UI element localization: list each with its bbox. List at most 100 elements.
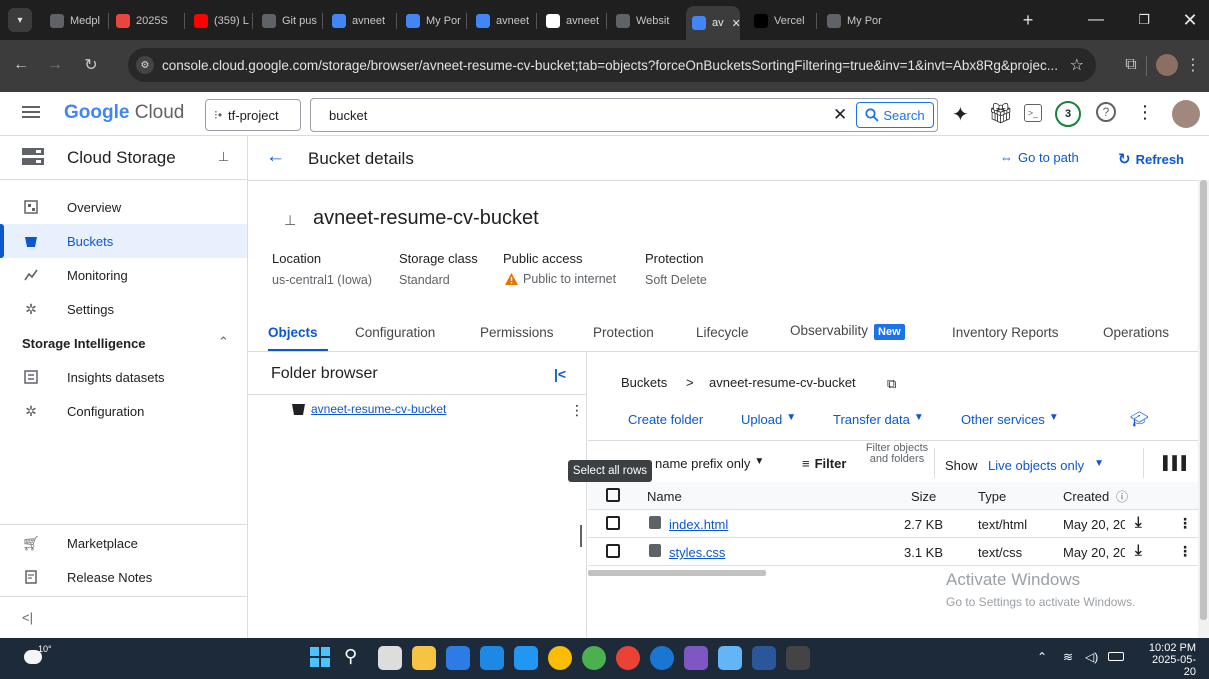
browser-tab[interactable]: Vercel bbox=[748, 7, 814, 35]
learn-icon[interactable]: 🎓︎ bbox=[1130, 410, 1149, 428]
browser-tab[interactable]: 2025S bbox=[110, 7, 182, 35]
sidebar-item-settings[interactable]: ✲ Settings bbox=[0, 292, 247, 326]
row-menu-icon[interactable]: ⋮ bbox=[1178, 543, 1192, 560]
select-all-checkbox[interactable] bbox=[606, 488, 620, 502]
forward-button[interactable]: → bbox=[44, 54, 66, 76]
sidebar-item-insights-datasets[interactable]: Insights datasets bbox=[0, 360, 247, 394]
sidebar-item-buckets[interactable]: Buckets bbox=[0, 224, 247, 258]
row-checkbox[interactable] bbox=[606, 544, 620, 558]
table-row[interactable]: index.html 2.7 KB text/html May 20, 202 ⤓ ⋮ bbox=[588, 510, 1198, 538]
filter-input[interactable]: Filter objects and folders bbox=[861, 443, 933, 480]
docker-icon[interactable] bbox=[650, 646, 674, 670]
close-tab-icon[interactable]: ✕ bbox=[732, 17, 740, 30]
sidebar-item-release-notes[interactable]: Release Notes bbox=[0, 560, 247, 594]
chrome-profile-icon[interactable] bbox=[616, 646, 640, 670]
terminal-icon[interactable] bbox=[786, 646, 810, 670]
row-menu-icon[interactable]: ⋮ bbox=[1178, 515, 1192, 532]
reload-button[interactable]: ↻ bbox=[80, 54, 102, 76]
settings-menu-button[interactable]: ⋮ bbox=[1136, 102, 1154, 123]
collapse-folder-browser-icon[interactable]: |< bbox=[554, 366, 566, 382]
column-header-created[interactable]: Created bbox=[1063, 489, 1109, 504]
tab-search-button[interactable]: ▾ bbox=[8, 8, 32, 32]
site-info-icon[interactable]: ⚙ bbox=[136, 56, 154, 74]
project-picker[interactable]: ⁝• tf-project bbox=[205, 99, 301, 131]
tab-protection[interactable]: Protection bbox=[593, 325, 654, 349]
page-scrollbar[interactable] bbox=[1198, 180, 1209, 638]
transfer-data-dropdown[interactable]: Transfer data ▼ bbox=[833, 412, 924, 427]
horizontal-scrollbar[interactable] bbox=[588, 570, 766, 576]
wifi-icon[interactable]: ≋ bbox=[1063, 650, 1073, 664]
browser-tab[interactable]: Medpl bbox=[44, 7, 106, 35]
gemini-button[interactable]: ✦ bbox=[952, 102, 969, 127]
column-header-size[interactable]: Size bbox=[911, 489, 936, 504]
download-icon[interactable]: ⤓ bbox=[1135, 542, 1142, 559]
create-folder-button[interactable]: Create folder bbox=[628, 412, 703, 427]
help-icon[interactable]: ⓘ bbox=[1116, 488, 1128, 505]
vscode-icon[interactable] bbox=[514, 646, 538, 670]
clear-search-icon[interactable]: ✕ bbox=[833, 105, 847, 125]
chrome-icon[interactable] bbox=[548, 646, 572, 670]
start-button[interactable] bbox=[309, 646, 333, 670]
browser-tab[interactable]: Git pus bbox=[256, 7, 320, 35]
profile-avatar[interactable] bbox=[1156, 54, 1178, 76]
row-checkbox[interactable] bbox=[606, 516, 620, 530]
tab-observability[interactable]: Observability New bbox=[790, 323, 905, 347]
help-button[interactable]: ? bbox=[1096, 102, 1116, 122]
browser-tab[interactable]: avneet bbox=[326, 7, 394, 35]
close-window-button[interactable]: ✕ bbox=[1178, 8, 1202, 32]
bookmark-star-icon[interactable]: ☆ bbox=[1070, 55, 1084, 75]
sidebar-item-configuration[interactable]: ✲ Configuration bbox=[0, 394, 247, 428]
cloud-shell-button[interactable]: >_ bbox=[1024, 104, 1042, 122]
word-icon[interactable] bbox=[752, 646, 776, 670]
extensions-button[interactable]: ⧉ bbox=[1120, 54, 1142, 76]
go-to-path-button[interactable]: ⇔ Go to path bbox=[1000, 150, 1079, 165]
git-icon[interactable] bbox=[684, 646, 708, 670]
tab-configuration[interactable]: Configuration bbox=[355, 325, 435, 349]
google-cloud-logo[interactable]: Google Cloud bbox=[64, 102, 184, 124]
browser-tab[interactable]: My Por bbox=[821, 7, 891, 35]
gift-button[interactable]: 🎁︎ bbox=[988, 101, 1013, 126]
tab-permissions[interactable]: Permissions bbox=[480, 325, 554, 349]
other-services-dropdown[interactable]: Other services ▼ bbox=[961, 412, 1059, 427]
collapse-sidebar-button[interactable]: <| bbox=[22, 610, 33, 625]
browser-tab[interactable]: avneet bbox=[470, 7, 534, 35]
tab-lifecycle[interactable]: Lifecycle bbox=[696, 325, 749, 349]
tab-objects[interactable]: Objects bbox=[268, 325, 318, 349]
column-header-name[interactable]: Name bbox=[647, 489, 682, 504]
clock[interactable]: 10:02 PM 2025-05-20 bbox=[1146, 642, 1196, 678]
copy-icon[interactable]: ⧉ bbox=[887, 376, 896, 392]
folder-tree-menu-icon[interactable]: ⋮ bbox=[570, 402, 584, 419]
pin-icon[interactable]: ⊥ bbox=[284, 212, 296, 229]
address-bar[interactable]: ⚙ console.cloud.google.com/storage/brows… bbox=[128, 48, 1096, 82]
restore-button[interactable]: ❐ bbox=[1132, 8, 1156, 32]
panel-resize-handle[interactable] bbox=[580, 525, 582, 547]
download-icon[interactable]: ⤓ bbox=[1135, 514, 1142, 531]
notifications-button[interactable]: 3 bbox=[1055, 101, 1081, 127]
table-row[interactable]: styles.css 3.1 KB text/css May 20, 202 ⤓ ⋮ bbox=[588, 538, 1198, 566]
browser-tab[interactable]: My Por bbox=[400, 7, 464, 35]
task-view-icon[interactable] bbox=[378, 646, 402, 670]
storage-intelligence-section[interactable]: Storage Intelligence ⌃ bbox=[0, 326, 247, 360]
browser-menu-button[interactable]: ⋮ bbox=[1182, 54, 1204, 76]
upload-dropdown[interactable]: Upload ▼ bbox=[741, 412, 796, 427]
browser-tab[interactable]: avneet bbox=[540, 7, 604, 35]
column-display-icon[interactable]: ▌▌▌ bbox=[1163, 455, 1191, 470]
file-explorer-icon[interactable] bbox=[412, 646, 436, 670]
weather-widget[interactable]: 10° bbox=[24, 644, 58, 672]
search-button[interactable]: Search bbox=[856, 102, 934, 128]
whatsapp-icon[interactable] bbox=[582, 646, 606, 670]
browser-tab[interactable]: Websit bbox=[610, 7, 680, 35]
browser-tab[interactable]: (359) L bbox=[188, 7, 250, 35]
notepad-icon[interactable] bbox=[718, 646, 742, 670]
filter-prefix-dropdown[interactable]: name prefix only ▼ bbox=[655, 456, 764, 471]
tray-chevron-icon[interactable]: ⌃ bbox=[1037, 650, 1047, 664]
sidebar-item-overview[interactable]: Overview bbox=[0, 190, 247, 224]
sidebar-item-monitoring[interactable]: Monitoring bbox=[0, 258, 247, 292]
folder-tree-item[interactable]: avneet-resume-cv-bucket bbox=[292, 402, 446, 416]
back-button[interactable]: ← bbox=[10, 54, 32, 76]
volume-icon[interactable]: ◁) bbox=[1085, 650, 1098, 664]
taskbar-search[interactable]: ⚲ bbox=[344, 646, 368, 670]
filter-button[interactable]: ≡ Filter bbox=[802, 456, 846, 471]
search-input[interactable]: bucket bbox=[329, 108, 367, 123]
refresh-button[interactable]: ↻ Refresh bbox=[1118, 150, 1184, 168]
